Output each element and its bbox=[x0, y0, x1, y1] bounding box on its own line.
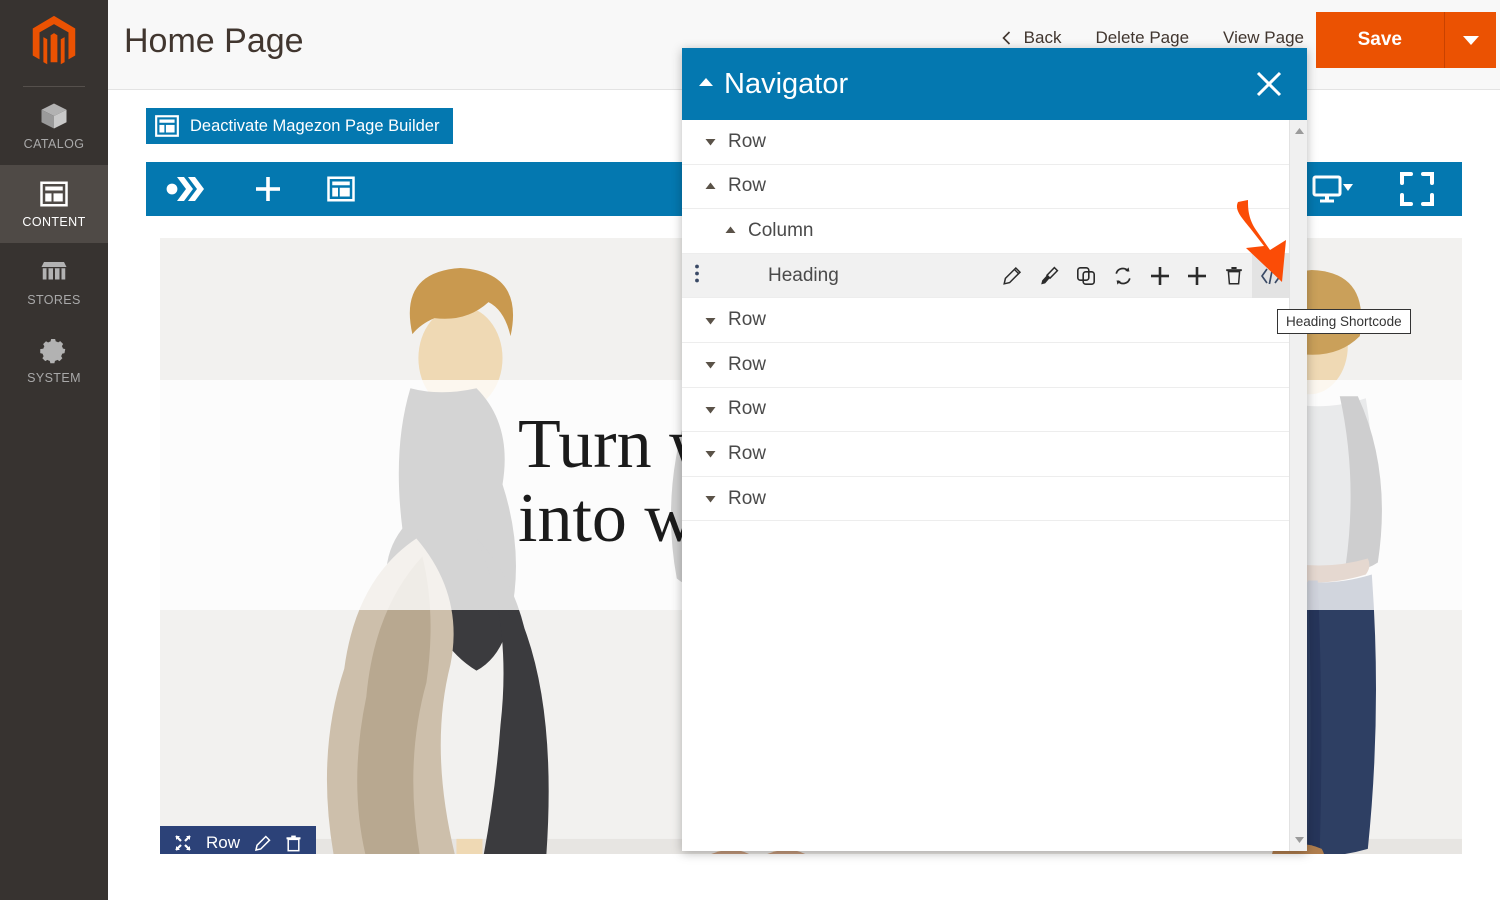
navigator-body: Row Row Column Heading Row Row Row Row Row bbox=[682, 120, 1307, 851]
shortcode-icon[interactable] bbox=[1252, 253, 1289, 298]
navigator-item-label: Row bbox=[728, 487, 767, 509]
navigator-item-row[interactable]: Row bbox=[682, 343, 1289, 388]
deactivate-page-builder-label: Deactivate Magezon Page Builder bbox=[190, 116, 440, 135]
header-actions: Back Delete Page View Page bbox=[999, 28, 1304, 48]
canvas-row-badge[interactable]: Row bbox=[160, 826, 317, 854]
chevron-left-icon bbox=[1002, 31, 1010, 45]
navigator-scrollbar[interactable] bbox=[1289, 120, 1307, 851]
view-page-label: View Page bbox=[1223, 28, 1304, 47]
sidebar-item-content[interactable]: Content bbox=[0, 165, 108, 243]
layout-icon bbox=[155, 115, 179, 137]
box-icon bbox=[41, 103, 67, 129]
drag-handle-dots-icon[interactable] bbox=[689, 262, 705, 289]
navigator-title: Navigator bbox=[724, 67, 849, 100]
replace-icon[interactable] bbox=[1104, 253, 1141, 298]
device-preview-icon[interactable] bbox=[1312, 174, 1356, 204]
sidebar-item-label: Content bbox=[22, 215, 86, 229]
navigator-item-row[interactable]: Row bbox=[682, 388, 1289, 433]
gear-icon bbox=[40, 339, 66, 364]
back-button-label: Back bbox=[1023, 28, 1062, 47]
sidebar-item-system[interactable]: System bbox=[0, 321, 108, 399]
add-before-icon[interactable] bbox=[1141, 253, 1178, 298]
canvas-row-badge-label: Row bbox=[206, 833, 241, 852]
navigator-item-label: Column bbox=[748, 219, 814, 241]
navigator-item-row[interactable]: Row bbox=[682, 432, 1289, 477]
caret-down-icon[interactable] bbox=[704, 447, 717, 460]
app-root: Catalog Content Stores bbox=[0, 0, 1500, 900]
save-dropdown-button[interactable] bbox=[1444, 12, 1496, 68]
trash-icon[interactable] bbox=[285, 835, 302, 852]
save-button-group: Save bbox=[1315, 12, 1496, 68]
sidebar-item-label: System bbox=[27, 371, 81, 385]
deactivate-page-builder-button[interactable]: Deactivate Magezon Page Builder bbox=[146, 108, 454, 144]
caret-down-icon bbox=[1462, 36, 1479, 45]
page-title: Home Page bbox=[124, 22, 304, 60]
navigator-item-row[interactable]: Row bbox=[682, 120, 1289, 165]
scroll-up-arrow-icon[interactable] bbox=[1290, 122, 1307, 140]
navigator-item-label: Row bbox=[728, 353, 767, 375]
storefront-icon bbox=[41, 262, 67, 280]
navigator-close-button[interactable] bbox=[1251, 66, 1287, 102]
add-element-icon[interactable] bbox=[252, 173, 284, 205]
back-button[interactable]: Back bbox=[999, 28, 1062, 48]
caret-up-icon[interactable] bbox=[724, 224, 737, 237]
edit-pencil-icon[interactable] bbox=[993, 253, 1030, 298]
save-button[interactable]: Save bbox=[1315, 12, 1444, 68]
templates-icon[interactable] bbox=[326, 174, 356, 204]
sidebar-item-label: Stores bbox=[27, 293, 81, 307]
caret-down-icon[interactable] bbox=[704, 314, 717, 327]
toolbar-left-group bbox=[166, 173, 356, 205]
sidebar-item-stores[interactable]: Stores bbox=[0, 243, 108, 321]
brush-style-icon[interactable] bbox=[1030, 253, 1067, 298]
magento-logo[interactable] bbox=[28, 14, 80, 70]
navigator-tree-list: Row Row Column Heading Row Row Row Row Row bbox=[682, 120, 1289, 522]
navigator-item-label: Row bbox=[728, 398, 767, 420]
trash-icon[interactable] bbox=[1215, 253, 1252, 298]
duplicate-icon[interactable] bbox=[1067, 253, 1104, 298]
navigator-item-label: Row bbox=[728, 442, 767, 464]
caret-placeholder bbox=[744, 269, 757, 282]
caret-down-icon[interactable] bbox=[704, 135, 717, 148]
magezon-logo-icon[interactable] bbox=[166, 173, 210, 205]
caret-down-icon[interactable] bbox=[704, 492, 717, 505]
caret-up-icon[interactable] bbox=[704, 180, 717, 193]
navigator-header: Navigator bbox=[682, 48, 1307, 120]
delete-page-label: Delete Page bbox=[1095, 28, 1190, 47]
navigator-item-label: Row bbox=[728, 175, 767, 197]
toolbar-right-group bbox=[1312, 172, 1442, 206]
delete-page-button[interactable]: Delete Page bbox=[1095, 28, 1189, 48]
navigator-item-label: Row bbox=[728, 130, 767, 152]
fullscreen-icon[interactable] bbox=[1400, 172, 1434, 206]
navigator-item-row[interactable]: Row bbox=[682, 165, 1289, 210]
caret-down-icon[interactable] bbox=[704, 403, 717, 416]
layout-icon bbox=[40, 181, 68, 207]
close-icon bbox=[1256, 71, 1282, 97]
scroll-down-arrow-icon[interactable] bbox=[1290, 831, 1307, 849]
navigator-item-label: Heading bbox=[768, 264, 839, 286]
navigator-item-label: Row bbox=[728, 309, 767, 331]
add-after-icon[interactable] bbox=[1178, 253, 1215, 298]
caret-down-icon[interactable] bbox=[704, 358, 717, 371]
sidebar-item-label: Catalog bbox=[23, 137, 85, 151]
edit-pencil-icon[interactable] bbox=[254, 834, 271, 852]
navigator-item-heading[interactable]: Heading bbox=[682, 253, 1289, 299]
navigator-item-toolbar bbox=[993, 253, 1289, 298]
admin-sidebar: Catalog Content Stores bbox=[0, 0, 108, 900]
navigator-header-left: Navigator bbox=[698, 68, 848, 101]
view-page-button[interactable]: View Page bbox=[1223, 28, 1304, 48]
navigator-item-row[interactable]: Row bbox=[682, 298, 1289, 343]
navigator-panel: Navigator Row Row Column Heading Row Row Row Ro… bbox=[682, 48, 1307, 851]
move-icon[interactable] bbox=[174, 834, 192, 852]
sidebar-item-catalog[interactable]: Catalog bbox=[0, 87, 108, 165]
shortcode-tooltip: Heading Shortcode bbox=[1277, 309, 1411, 334]
navigator-item-column[interactable]: Column bbox=[682, 209, 1289, 254]
caret-up-icon[interactable] bbox=[698, 75, 714, 93]
navigator-item-row[interactable]: Row bbox=[682, 477, 1289, 522]
